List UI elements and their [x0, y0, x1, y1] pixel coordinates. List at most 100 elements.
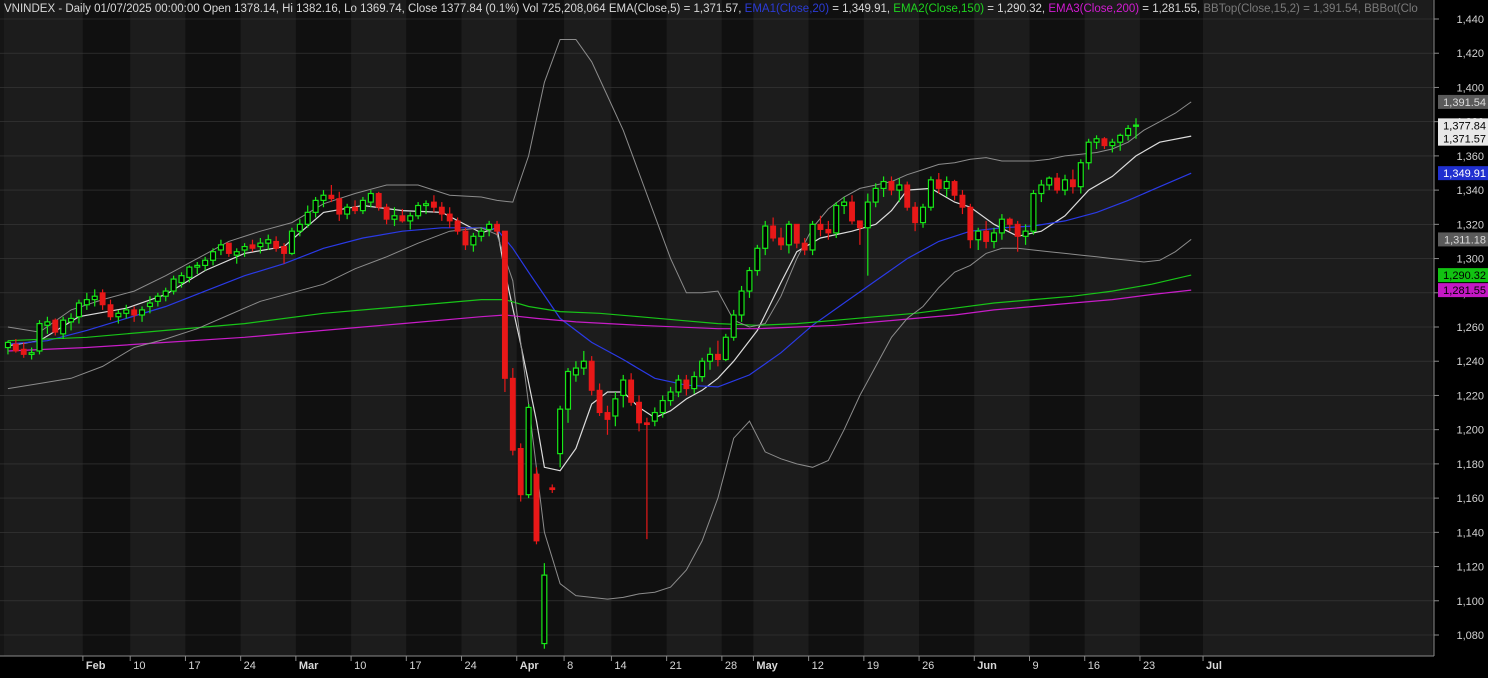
- candle-body-up: [691, 376, 698, 390]
- header-segment: = 1,349.91,: [829, 3, 893, 15]
- price-tick-label: 1,120: [1456, 562, 1484, 574]
- candle-body-up: [344, 206, 351, 215]
- date-tick-label: 28: [725, 660, 737, 672]
- price-tick-label: 1,300: [1456, 254, 1484, 266]
- week-band: [808, 0, 864, 656]
- candle-body-down: [856, 220, 863, 229]
- candle-body-up: [91, 295, 98, 301]
- candle-body-up: [1125, 127, 1132, 136]
- price-tick-label: 1,220: [1456, 390, 1484, 402]
- date-tick-label: 12: [812, 660, 824, 672]
- candle-body-down: [383, 206, 390, 220]
- stock-chart[interactable]: 1,080 1,100 1,120 1,140 1,160 1,180 1,200 1,220…: [0, 0, 1488, 673]
- date-tick-label: 10: [133, 660, 145, 672]
- candle-body-up: [1077, 162, 1084, 188]
- candle-body-up: [746, 269, 753, 292]
- chart-header: VNINDEX - Daily 01/07/2025 00:00:00 Open…: [4, 3, 1418, 15]
- candle-body-down: [501, 230, 508, 379]
- candle-body-up: [1093, 138, 1100, 143]
- candle-body-down: [352, 206, 358, 212]
- candle-body-up: [257, 242, 264, 248]
- candle-body-down: [454, 220, 461, 232]
- header-segment: VNINDEX - Daily 01/07/2025 00:00:00 Open…: [4, 3, 606, 15]
- header-segment: BBTop(Close,15,2) = 1,391.54, BBBot(Clo: [1203, 3, 1417, 15]
- candle-body-down: [1054, 177, 1061, 191]
- candle-body-up: [612, 398, 619, 417]
- candle-body-up: [68, 317, 75, 323]
- candle-body-down: [904, 184, 911, 208]
- candle-body-up: [422, 203, 430, 207]
- candle-body-down: [951, 181, 958, 196]
- header-segment: EMA2(Close,150): [893, 3, 984, 15]
- price-tick-label: 1,400: [1456, 82, 1484, 94]
- price-chart-svg[interactable]: 1,080 1,100 1,120 1,140 1,160 1,180 1,200 1,220…: [0, 0, 1488, 673]
- candle-body-up: [975, 230, 982, 241]
- date-tick-label: 14: [614, 660, 626, 672]
- candle-body-down: [446, 213, 453, 222]
- candle-body-up: [139, 309, 146, 316]
- date-tick-label: 21: [670, 660, 682, 672]
- candle-body-up: [730, 314, 737, 338]
- week-band: [516, 0, 565, 656]
- candle-body-up: [722, 336, 729, 361]
- candle-body-up: [872, 187, 879, 203]
- candle-body-up: [841, 201, 848, 207]
- candle-body-up: [154, 295, 161, 302]
- date-tick-label: 10: [354, 660, 366, 672]
- candle-body-up: [943, 180, 950, 190]
- candle-body-down: [588, 360, 595, 391]
- price-tick-label: 1,080: [1456, 630, 1484, 642]
- candle-body-up: [367, 192, 374, 203]
- candle-body-down: [604, 412, 611, 420]
- price-tick-label: 1,420: [1456, 48, 1484, 60]
- date-tick-label: 24: [465, 660, 477, 672]
- date-tick-label: 26: [922, 660, 934, 672]
- candle-body-down: [1006, 218, 1013, 225]
- candle-body-down: [912, 206, 919, 224]
- candle-body-up: [1061, 179, 1069, 191]
- candle-body-up: [44, 321, 51, 326]
- week-band: [461, 0, 517, 656]
- candle-body-up: [202, 259, 209, 266]
- candle-body-up: [809, 223, 816, 251]
- candle-body-up: [557, 408, 564, 455]
- candle-body-up: [754, 247, 761, 272]
- candle-body-up: [896, 184, 903, 191]
- week-band: [863, 0, 920, 656]
- candle-body-down: [683, 379, 690, 390]
- week-band: [406, 0, 462, 656]
- header-segment: EMA1(Close,20): [745, 3, 830, 15]
- candle-body-down: [430, 201, 437, 208]
- candle-body-up: [525, 406, 532, 496]
- candle-body-up: [919, 206, 927, 224]
- candle-body-up: [1038, 184, 1045, 195]
- price-tick-label: 1,340: [1456, 185, 1484, 197]
- candle-body-up: [1117, 134, 1124, 143]
- date-tick-label: 19: [867, 660, 879, 672]
- candle-body-up: [241, 245, 248, 251]
- candle-body-up: [1109, 141, 1116, 147]
- price-tick-label: 1,160: [1456, 493, 1484, 505]
- date-axis[interactable]: Feb 10 17 24 Mar 10 17 24 Apr 8 14 21 28 May 12 19 26 Jun…: [0, 655, 1434, 673]
- candle-body-up: [990, 232, 998, 243]
- candle-body-down: [793, 223, 800, 244]
- candle-body-up: [83, 299, 90, 306]
- week-band: [721, 0, 754, 656]
- candle-body-up: [470, 235, 477, 246]
- candle-body-down: [281, 246, 287, 254]
- candle-body-down: [714, 353, 721, 361]
- candle-body-up: [288, 230, 295, 255]
- week-band: [611, 0, 667, 656]
- candle-body-up: [1046, 177, 1053, 186]
- candle-body-up: [880, 180, 887, 190]
- candle-body-up: [233, 251, 240, 256]
- week-band: [240, 0, 296, 656]
- candle-body-down: [596, 389, 603, 414]
- date-tick-label: May: [756, 660, 778, 672]
- candle-body-up: [359, 199, 366, 212]
- candle-body-up: [572, 367, 579, 376]
- candle-body-down: [12, 343, 19, 352]
- candle-body-down: [770, 225, 777, 239]
- date-tick-label: Apr: [520, 660, 540, 672]
- date-tick-label: 17: [409, 660, 421, 672]
